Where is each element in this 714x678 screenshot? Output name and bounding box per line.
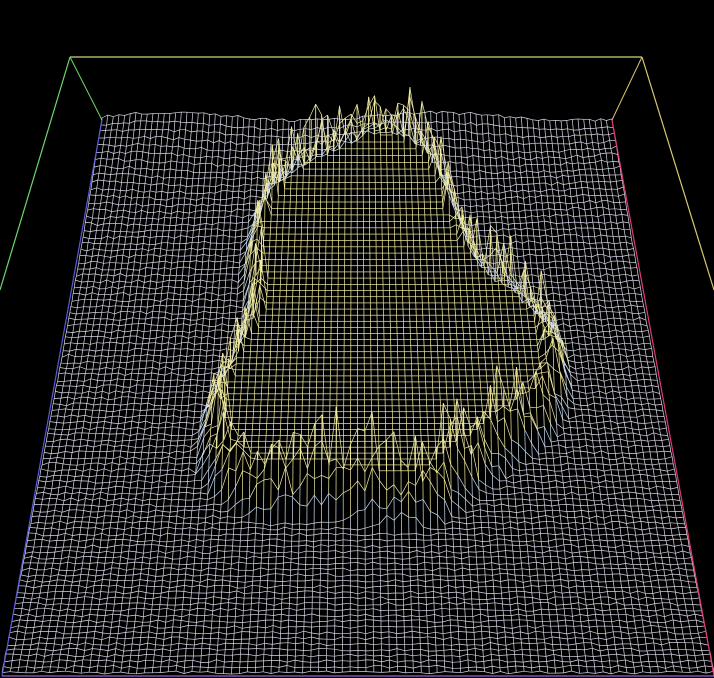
3d-viewport[interactable] [0, 0, 714, 678]
box-right-upright [641, 56, 714, 291]
wireframe-surface-plot[interactable] [0, 0, 714, 678]
terrain-mesh [1, 86, 714, 675]
box-left-back-diag [69, 56, 103, 121]
box-left-upright [0, 56, 71, 291]
box-right-back-diag [611, 56, 643, 121]
